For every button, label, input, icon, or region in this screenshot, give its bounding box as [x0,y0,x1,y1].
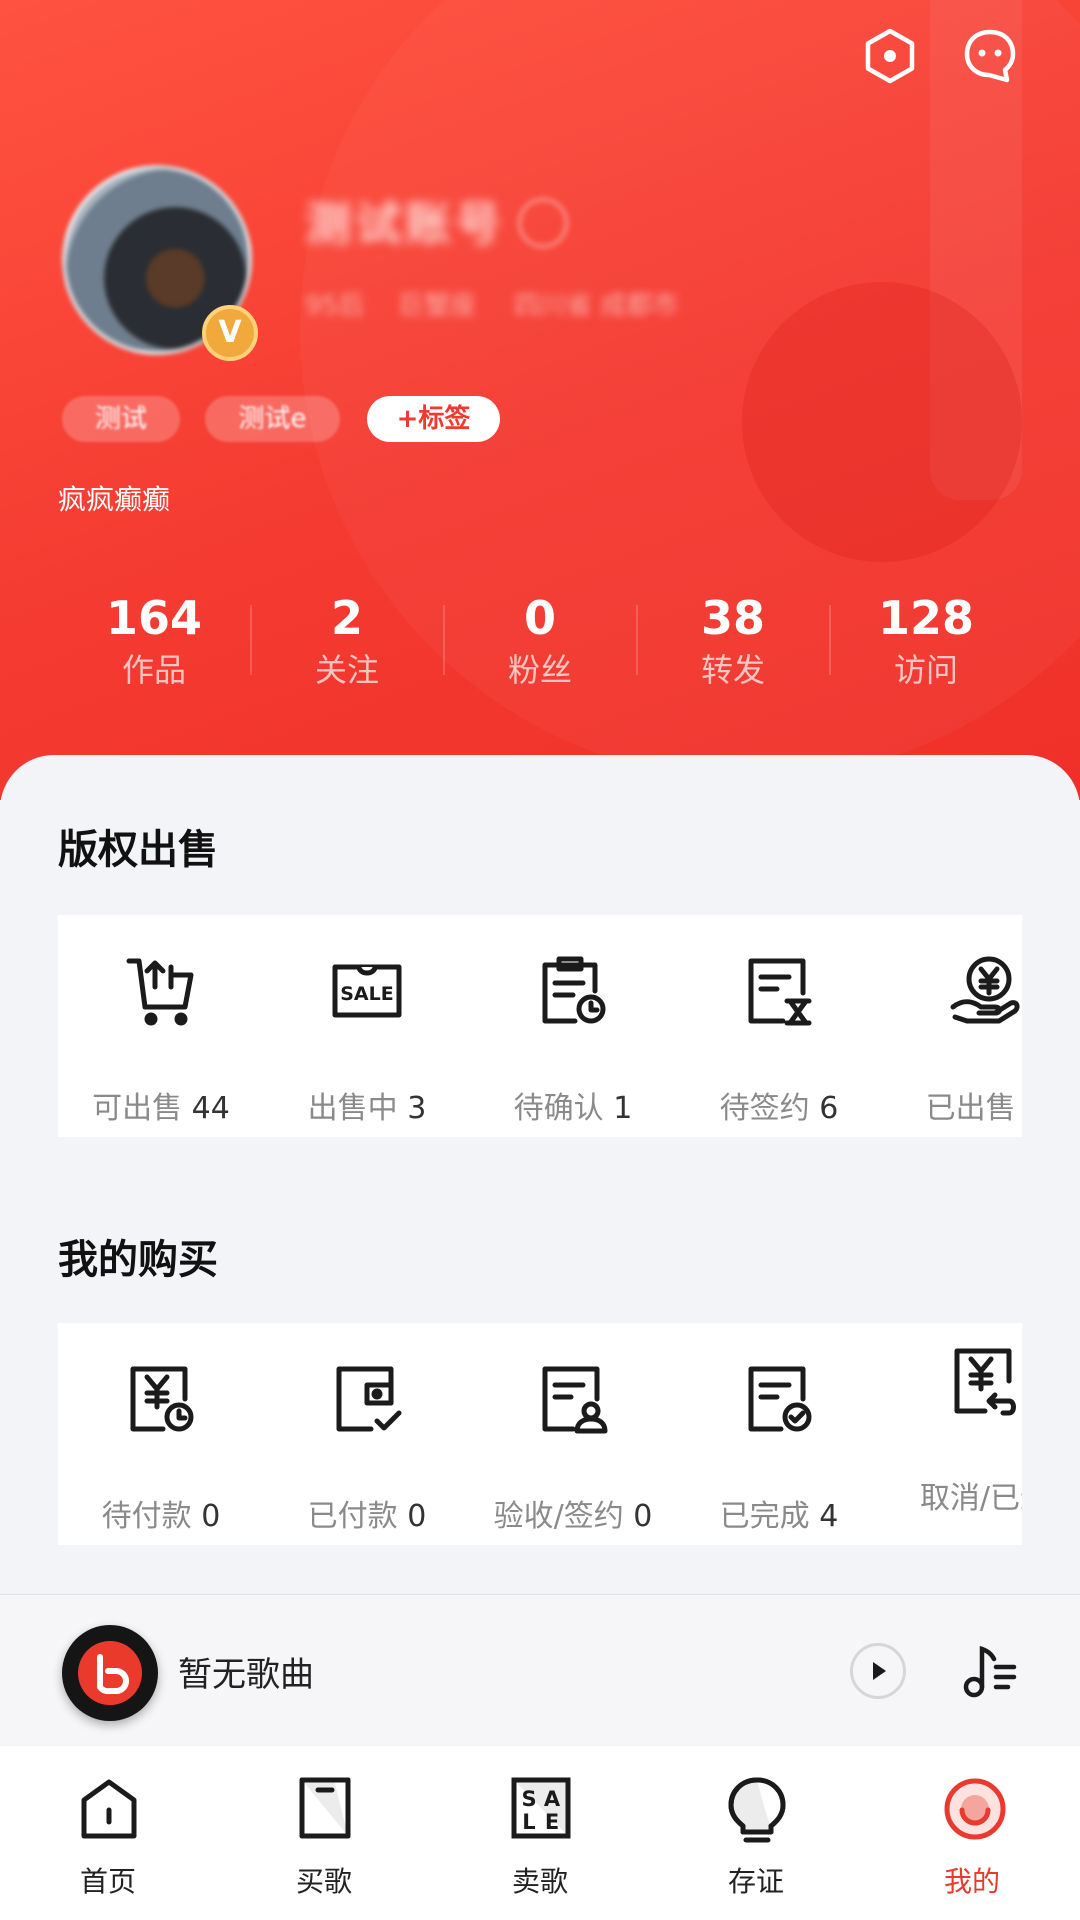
yen-hand-icon [950,956,1020,1024]
nav-label: 我的 [943,1865,1000,1898]
svg-text:E: E [545,1810,559,1834]
sale-item-label: 可出售 44 [92,1091,230,1126]
stat-visits[interactable]: 128 访问 [836,590,1016,694]
stat-fans[interactable]: 0 粉丝 [450,590,630,694]
purchase-item-acceptance[interactable]: 验收/签约 0 [470,1323,676,1545]
section-title-my-purchase: 我的购买 [58,1237,218,1283]
purchase-item-label: 已付款 0 [307,1499,427,1534]
profile-location: 四川省 成都市 [514,291,679,321]
stat-divider [250,605,252,675]
profile-tag[interactable]: 测试e [205,396,340,442]
stat-divider [443,605,445,675]
playlist-icon[interactable] [960,1639,1022,1701]
stat-value: 164 [105,591,203,645]
purchase-item-cancelled[interactable]: 取消/已退 [882,1323,1022,1545]
stat-value: 38 [700,591,765,645]
sale-item-pending-confirm[interactable]: 待确认 1 [470,915,676,1137]
profile-header: V 测试账号 95后 巨蟹座 四川省 成都市 测试 测试e +标签 疯疯癫癫 1… [0,0,1080,800]
nav-sell[interactable]: S A L E 卖歌 [432,1746,648,1920]
sale-item-sold[interactable]: 已出售 3 [882,915,1022,1137]
sale-item-label: 待签约 6 [719,1091,839,1126]
svg-text:L: L [522,1810,535,1834]
gender-icon [518,198,568,248]
stat-value: 128 [877,591,975,645]
purchase-item-label: 已完成 4 [719,1499,839,1534]
add-tag-button[interactable]: +标签 [367,396,500,442]
section-title-copyright-sale: 版权出售 [58,827,218,873]
sale-item-pending-sign[interactable]: 待签约 6 [676,915,882,1137]
nav-label: 存证 [727,1865,784,1898]
profile-icon [944,1778,1006,1840]
message-icon[interactable] [962,28,1018,84]
sale-icon: S A L E [511,1777,571,1839]
yen-return-icon [954,1348,1016,1416]
sale-item-label: 已出售 3 [925,1091,1016,1126]
profile-zodiac: 巨蟹座 [398,291,477,321]
sale-item-on-sale[interactable]: SALE 出售中 3 [264,915,470,1137]
copyright-sale-card: 可出售 44 SALE 出售中 3 待确认 1 待签约 6 已出售 [58,915,1022,1137]
svg-text:SALE: SALE [340,983,393,1005]
profile-age: 95后 [305,291,365,321]
profile-tag[interactable]: 测试 [62,396,180,442]
nav-label: 首页 [79,1865,136,1898]
settings-icon[interactable] [862,28,918,84]
my-purchase-card: 待付款 0 已付款 0 验收/签约 0 已完成 4 取消/已 [58,1323,1022,1545]
stat-label: 作品 [121,651,186,689]
stat-divider [636,605,638,675]
profile-signature: 疯疯癫癫 [58,483,171,516]
avatar[interactable]: V [62,165,258,361]
sale-item-label: 待确认 1 [513,1091,633,1126]
sale-item-available[interactable]: 可出售 44 [58,915,264,1137]
stat-label: 粉丝 [507,651,572,689]
profile-name: 测试账号 [305,197,505,251]
stat-value: 0 [523,591,556,645]
cart-upload-icon [126,958,194,1026]
home-icon [81,1779,137,1839]
purchase-item-pending-payment[interactable]: 待付款 0 [58,1323,264,1545]
stat-label: 关注 [314,651,379,689]
nav-label: 卖歌 [511,1865,568,1898]
stat-following[interactable]: 2 关注 [257,590,437,694]
yen-clock-icon [130,1366,194,1432]
content-panel: 版权出售 可出售 44 SALE 出售中 3 待确认 1 待签约 6 已出售 我… [0,755,1080,1595]
stat-label: 转发 [700,651,765,689]
nav-mine[interactable]: 我的 [864,1746,1080,1920]
wallet-check-icon [336,1366,402,1432]
verified-badge: V [202,305,258,361]
purchase-item-label: 取消/已退 [919,1481,1022,1516]
stat-works[interactable]: 164 作品 [64,590,244,694]
play-icon [873,1662,886,1680]
lightbulb-icon [728,1777,786,1843]
nav-certificate[interactable]: 存证 [648,1746,864,1920]
clipboard-clock-icon [542,956,606,1024]
nav-buy[interactable]: 买歌 [216,1746,432,1920]
purchase-item-label: 待付款 0 [101,1499,221,1534]
header-decoration [742,282,1022,562]
player-disc-icon[interactable] [62,1625,158,1721]
nav-home[interactable]: 首页 [0,1746,216,1920]
mini-player[interactable]: 暂无歌曲 [0,1594,1080,1747]
nav-label: 买歌 [295,1865,352,1898]
sale-ticket-icon: SALE [332,964,402,1018]
document-person-icon [542,1366,608,1434]
buy-icon [299,1777,351,1839]
bottom-nav: 首页 买歌 S A L E 卖歌 存证 我的 [0,1746,1080,1920]
purchase-item-label: 验收/签约 0 [493,1499,653,1534]
stat-divider [829,605,831,675]
purchase-item-paid[interactable]: 已付款 0 [264,1323,470,1545]
play-button[interactable] [850,1643,906,1699]
sale-item-label: 出售中 3 [307,1091,427,1126]
document-hourglass-icon [748,958,812,1026]
stat-shares[interactable]: 38 转发 [643,590,823,694]
player-song-title: 暂无歌曲 [178,1655,314,1695]
svg-text:S: S [521,1787,536,1811]
stat-value: 2 [330,591,363,645]
svg-text:A: A [544,1787,561,1811]
document-check-icon [748,1366,812,1432]
stat-label: 访问 [893,651,958,689]
purchase-item-completed[interactable]: 已完成 4 [676,1323,882,1545]
